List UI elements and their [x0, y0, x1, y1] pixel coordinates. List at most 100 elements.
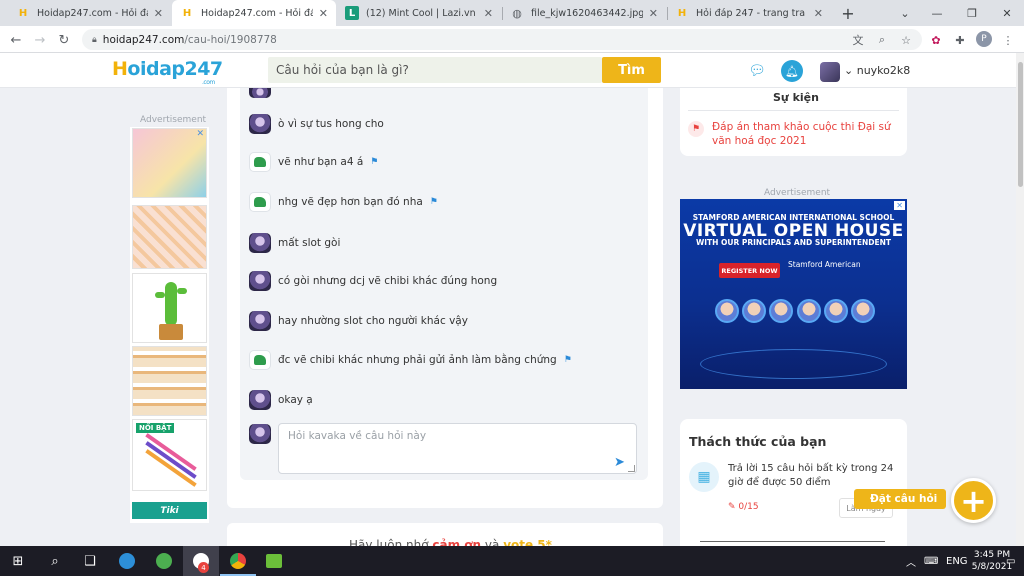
- puzzle-icon[interactable]: ✚: [950, 30, 970, 50]
- chat-icon[interactable]: 💬︎: [747, 61, 767, 81]
- ask-question-button[interactable]: Đặt câu hỏi: [854, 489, 946, 509]
- back-icon[interactable]: ←: [6, 30, 26, 50]
- restore-button[interactable]: ❐: [955, 0, 989, 26]
- report-flag-icon[interactable]: ⚑: [370, 157, 378, 167]
- hoidap-favicon-icon: H: [182, 7, 192, 19]
- search-button[interactable]: Tìm: [602, 57, 661, 83]
- close-window-button[interactable]: ✕: [990, 0, 1024, 26]
- keyboard-icon[interactable]: ⌨: [924, 546, 938, 576]
- send-icon[interactable]: ➤: [614, 455, 625, 470]
- stamford-ad-banner[interactable]: ✕ STAMFORD AMERICAN INTERNATIONAL SCHOOL…: [680, 199, 907, 389]
- site-logo[interactable]: Hoidap247 .com: [112, 58, 223, 86]
- bell-icon[interactable]: 🔔︎: [781, 60, 803, 82]
- close-icon[interactable]: ✕: [814, 7, 823, 20]
- lazi-favicon-icon: L: [345, 6, 359, 20]
- edge-icon[interactable]: [109, 546, 145, 576]
- comment-text: vẽ như bạn a4 á: [278, 156, 364, 168]
- close-icon[interactable]: ✕: [649, 7, 658, 20]
- report-flag-icon[interactable]: ⚑: [564, 355, 572, 365]
- reload-icon[interactable]: ↻: [54, 30, 74, 50]
- banner-subtitle: WITH OUR PRINCIPALS AND SUPERINTENDENT: [695, 238, 892, 247]
- comment-text: okay ạ: [278, 394, 313, 406]
- forward-icon[interactable]: →: [30, 30, 50, 50]
- user-avatar: [249, 192, 271, 212]
- comment-text: nhg vẽ đẹp hơn bạn đó nha: [278, 196, 423, 208]
- ad-tile-stickers[interactable]: [132, 205, 207, 269]
- windows-start-icon[interactable]: ⊞: [0, 546, 36, 576]
- comment-input[interactable]: Hỏi kavaka về câu hỏi này: [278, 423, 637, 474]
- new-tab-button[interactable]: +: [838, 3, 858, 23]
- comment-text: mất slot gòi: [278, 237, 341, 249]
- browser-tab-3[interactable]: L (12) Mint Cool | Lazi.vn - Cộng ✕: [337, 0, 501, 26]
- game-icon[interactable]: [256, 546, 292, 576]
- minimize-button[interactable]: —: [920, 0, 954, 26]
- plus-icon[interactable]: +: [951, 478, 996, 523]
- browser-tab-2[interactable]: H Hoidap247.com - Hỏi đáp onl ✕: [172, 0, 336, 26]
- extension-icon[interactable]: ✿: [926, 30, 946, 50]
- comment-item: đc vẽ chibi khác nhưng phải gửi ảnh làm …: [249, 350, 572, 370]
- close-icon[interactable]: ✕: [154, 7, 163, 20]
- browser-tab-4[interactable]: ◍ file_kjw1620463442.jpg (1024 ✕: [502, 0, 666, 26]
- user-avatar[interactable]: [820, 62, 840, 82]
- address-bar[interactable]: 🔒︎ hoidap247.com /cau-hoi/1908778: [82, 29, 922, 50]
- user-avatar: [249, 88, 271, 98]
- chrome-icon[interactable]: [220, 546, 256, 576]
- ad-close-icon[interactable]: ✕: [894, 201, 905, 210]
- ad-tile-pens[interactable]: NỔI BẬT: [132, 419, 207, 491]
- user-avatar: [249, 311, 271, 331]
- challenge-title: Thách thức của bạn: [689, 434, 827, 449]
- app-icon[interactable]: [146, 546, 182, 576]
- current-user-avatar: [249, 424, 271, 444]
- ad-label: Advertisement: [764, 188, 831, 198]
- user-avatar: [249, 233, 271, 253]
- username-text: nuyko2k8: [856, 64, 911, 77]
- grid-icon: ▦: [689, 462, 719, 492]
- ad-tile-cactus[interactable]: [132, 273, 207, 343]
- comment-item: có gòi nhưng dcj vẽ chibi khác đúng hong: [249, 271, 497, 291]
- comment-text: hay nhường slot cho người khác vậy: [278, 315, 468, 327]
- speaker-photo: [742, 299, 767, 323]
- speaker-photo: [850, 299, 875, 323]
- user-avatar: [249, 152, 271, 172]
- url-path: /cau-hoi/1908778: [184, 33, 277, 46]
- profile-avatar[interactable]: P: [976, 31, 992, 47]
- ad-tile-plush[interactable]: ✕: [132, 128, 207, 198]
- events-title: Sự kiện: [773, 91, 819, 104]
- ad-close-icon[interactable]: ✕: [196, 129, 204, 139]
- register-button[interactable]: REGISTER NOW: [719, 263, 780, 278]
- chevron-down-icon[interactable]: ⌄: [888, 0, 922, 26]
- close-icon[interactable]: ✕: [484, 7, 493, 20]
- speaker-photos: [715, 299, 875, 333]
- comment-item: okay ạ: [249, 390, 313, 410]
- bookmark-star-icon[interactable]: ☆: [896, 30, 916, 50]
- progress-value: 0/15: [738, 502, 759, 512]
- report-flag-icon[interactable]: ⚑: [430, 197, 438, 207]
- menu-icon[interactable]: ⋮: [998, 30, 1018, 50]
- left-ad-column[interactable]: ✕ NỔI BẬT Tiki: [130, 127, 209, 523]
- flag-icon: ⚑: [688, 121, 704, 137]
- hot-badge: NỔI BẬT: [136, 423, 175, 433]
- tray-chevron-icon[interactable]: ︿: [906, 546, 916, 576]
- event-link[interactable]: Đáp án tham khảo cuộc thi Đại sứ văn hoá…: [712, 120, 898, 148]
- tiki-logo[interactable]: Tiki: [132, 502, 207, 519]
- search-input[interactable]: Câu hỏi của bạn là gì?: [268, 57, 602, 83]
- username[interactable]: ⌄ nuyko2k8: [844, 64, 910, 77]
- user-avatar: [249, 350, 271, 370]
- tab-title: Hoidap247.com - Hỏi đáp onl: [201, 7, 313, 19]
- notification-icon[interactable]: ▭: [1006, 546, 1015, 576]
- speaker-photo: [796, 299, 821, 323]
- logo-text: oidap247: [127, 58, 223, 80]
- browser-tab-5[interactable]: H Hỏi đáp 247 - trang tra loi ✕: [667, 0, 831, 26]
- translate-icon[interactable]: 文: [848, 30, 868, 50]
- task-view-icon[interactable]: ❑: [72, 546, 108, 576]
- search-icon[interactable]: ⌕: [37, 546, 73, 576]
- browser-tab-1[interactable]: H Hoidap247.com - Hỏi đáp onl ✕: [8, 0, 171, 26]
- ad-tile-sushi[interactable]: [132, 346, 207, 416]
- speaker-photo: [715, 299, 739, 323]
- zoom-icon[interactable]: ⌕: [872, 30, 892, 50]
- logo-suffix: .com: [202, 79, 215, 86]
- resize-handle[interactable]: [628, 465, 635, 472]
- scrollbar-thumb[interactable]: [1018, 62, 1023, 187]
- close-icon[interactable]: ✕: [319, 7, 328, 20]
- language-indicator[interactable]: ENG: [946, 546, 968, 576]
